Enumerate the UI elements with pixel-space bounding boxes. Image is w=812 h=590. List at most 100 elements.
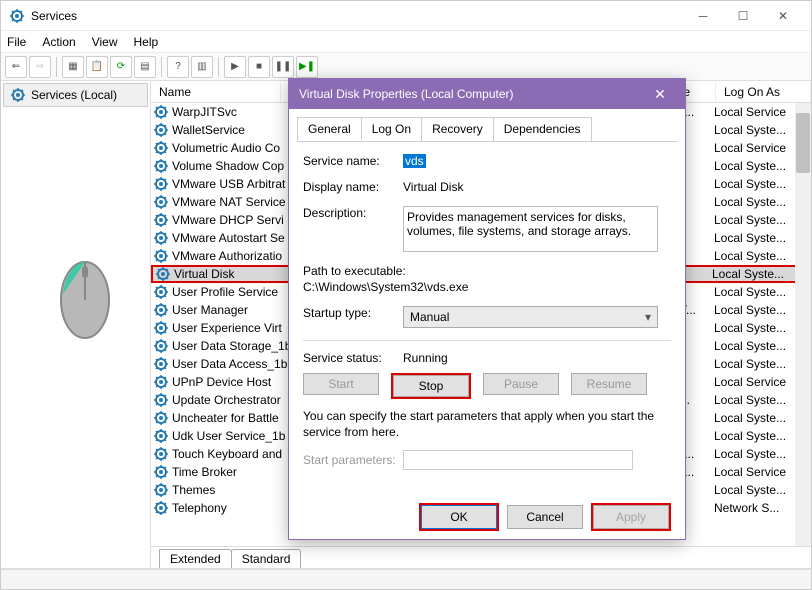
pause-service-button[interactable]: ❚❚: [272, 56, 294, 78]
show-hide-tree-button[interactable]: ▦: [62, 56, 84, 78]
service-name: UPnP Device Host: [172, 375, 297, 389]
window-title: Services: [31, 9, 683, 23]
menu-help[interactable]: Help: [134, 35, 159, 49]
apply-button[interactable]: Apply: [593, 505, 669, 529]
gear-icon: [153, 338, 169, 354]
maximize-button[interactable]: ☐: [723, 2, 763, 30]
tab-logon[interactable]: Log On: [361, 117, 422, 141]
gear-icon: [153, 284, 169, 300]
menubar: File Action View Help: [1, 31, 811, 53]
tab-standard[interactable]: Standard: [231, 549, 302, 568]
gear-icon: [153, 104, 169, 120]
gear-icon: [153, 140, 169, 156]
gear-icon: [153, 446, 169, 462]
stop-button[interactable]: Stop: [393, 375, 469, 397]
gear-icon: [153, 194, 169, 210]
menu-action[interactable]: Action: [42, 35, 75, 49]
service-name: Uncheater for Battle: [172, 411, 297, 425]
gear-icon: [153, 356, 169, 372]
value-status: Running: [403, 351, 448, 365]
mouse-illustration: [55, 250, 115, 340]
tab-dependencies[interactable]: Dependencies: [493, 117, 592, 141]
gear-icon: [153, 464, 169, 480]
restart-service-button[interactable]: ▶❚: [296, 56, 318, 78]
gear-icon: [153, 482, 169, 498]
label-description: Description:: [303, 206, 403, 220]
service-name: User Profile Service: [172, 285, 297, 299]
tab-extended[interactable]: Extended: [159, 549, 232, 568]
export-button[interactable]: 📋: [86, 56, 108, 78]
cancel-button[interactable]: Cancel: [507, 505, 583, 529]
dialog-footer: OK Cancel Apply: [289, 495, 685, 539]
gear-icon: [153, 158, 169, 174]
tab-recovery[interactable]: Recovery: [421, 117, 494, 141]
dialog-body: Service name: vds Display name: Virtual …: [297, 141, 677, 495]
column-name[interactable]: Name: [151, 82, 281, 102]
titlebar: Services ─ ☐ ✕: [1, 1, 811, 31]
gear-icon: [153, 374, 169, 390]
label-startup: Startup type:: [303, 306, 403, 320]
service-name: Udk User Service_1b: [172, 429, 297, 443]
properties-dialog: Virtual Disk Properties (Local Computer)…: [288, 78, 686, 540]
value-display-name: Virtual Disk: [403, 180, 463, 194]
help-button[interactable]: ?: [167, 56, 189, 78]
gear-icon: [155, 266, 171, 282]
refresh-button[interactable]: ⟳: [110, 56, 132, 78]
value-path: C:\Windows\System32\vds.exe: [303, 280, 468, 294]
menu-view[interactable]: View: [92, 35, 118, 49]
menu-file[interactable]: File: [7, 35, 26, 49]
gear-icon: [153, 392, 169, 408]
service-name: Time Broker: [172, 465, 297, 479]
service-name: Virtual Disk: [174, 267, 299, 281]
gear-icon: [153, 302, 169, 318]
forward-button[interactable]: ⇒: [29, 56, 51, 78]
startup-type-select[interactable]: Manual: [403, 306, 658, 328]
service-name: VMware USB Arbitrat: [172, 177, 297, 191]
tab-general[interactable]: General: [297, 117, 362, 141]
service-name: User Experience Virt: [172, 321, 297, 335]
label-service-name: Service name:: [303, 154, 403, 168]
service-name: VMware Authorizatio: [172, 249, 297, 263]
service-name: Themes: [172, 483, 297, 497]
minimize-button[interactable]: ─: [683, 2, 723, 30]
tool-button[interactable]: ▥: [191, 56, 213, 78]
hint-text: You can specify the start parameters tha…: [303, 409, 671, 440]
scrollbar[interactable]: [795, 103, 811, 546]
service-name: User Manager: [172, 303, 297, 317]
start-params-input: [403, 450, 633, 470]
properties-button[interactable]: ▤: [134, 56, 156, 78]
service-name: Update Orchestrator: [172, 393, 297, 407]
dialog-tabs: General Log On Recovery Dependencies: [289, 109, 685, 141]
service-name: VMware Autostart Se: [172, 231, 297, 245]
start-service-button[interactable]: ▶: [224, 56, 246, 78]
dialog-close-button[interactable]: ✕: [645, 79, 675, 109]
back-button[interactable]: ⇐: [5, 56, 27, 78]
gear-icon: [153, 500, 169, 516]
close-button[interactable]: ✕: [763, 2, 803, 30]
gear-icon: [153, 320, 169, 336]
ok-button[interactable]: OK: [421, 505, 497, 529]
service-name: WarpJITSvc: [172, 105, 297, 119]
statusbar: [1, 569, 811, 589]
gear-icon: [153, 230, 169, 246]
service-name: Touch Keyboard and: [172, 447, 297, 461]
dialog-title: Virtual Disk Properties (Local Computer): [299, 87, 645, 101]
value-service-name[interactable]: vds: [403, 154, 426, 168]
gear-icon: [153, 428, 169, 444]
app-icon: [9, 8, 25, 24]
column-logonas[interactable]: Log On As: [716, 82, 811, 102]
gear-icon: [153, 410, 169, 426]
scroll-thumb[interactable]: [796, 113, 810, 173]
service-name: WalletService: [172, 123, 297, 137]
dialog-titlebar: Virtual Disk Properties (Local Computer)…: [289, 79, 685, 109]
tree-item-services-local[interactable]: Services (Local): [3, 83, 148, 107]
value-description[interactable]: Provides management services for disks, …: [403, 206, 658, 252]
service-name: VMware NAT Service: [172, 195, 297, 209]
label-path: Path to executable:: [303, 264, 406, 278]
service-name: Volume Shadow Cop: [172, 159, 297, 173]
start-button: Start: [303, 373, 379, 395]
gear-icon: [10, 87, 26, 103]
service-name: Volumetric Audio Co: [172, 141, 297, 155]
stop-service-button[interactable]: ■: [248, 56, 270, 78]
label-status: Service status:: [303, 351, 403, 365]
